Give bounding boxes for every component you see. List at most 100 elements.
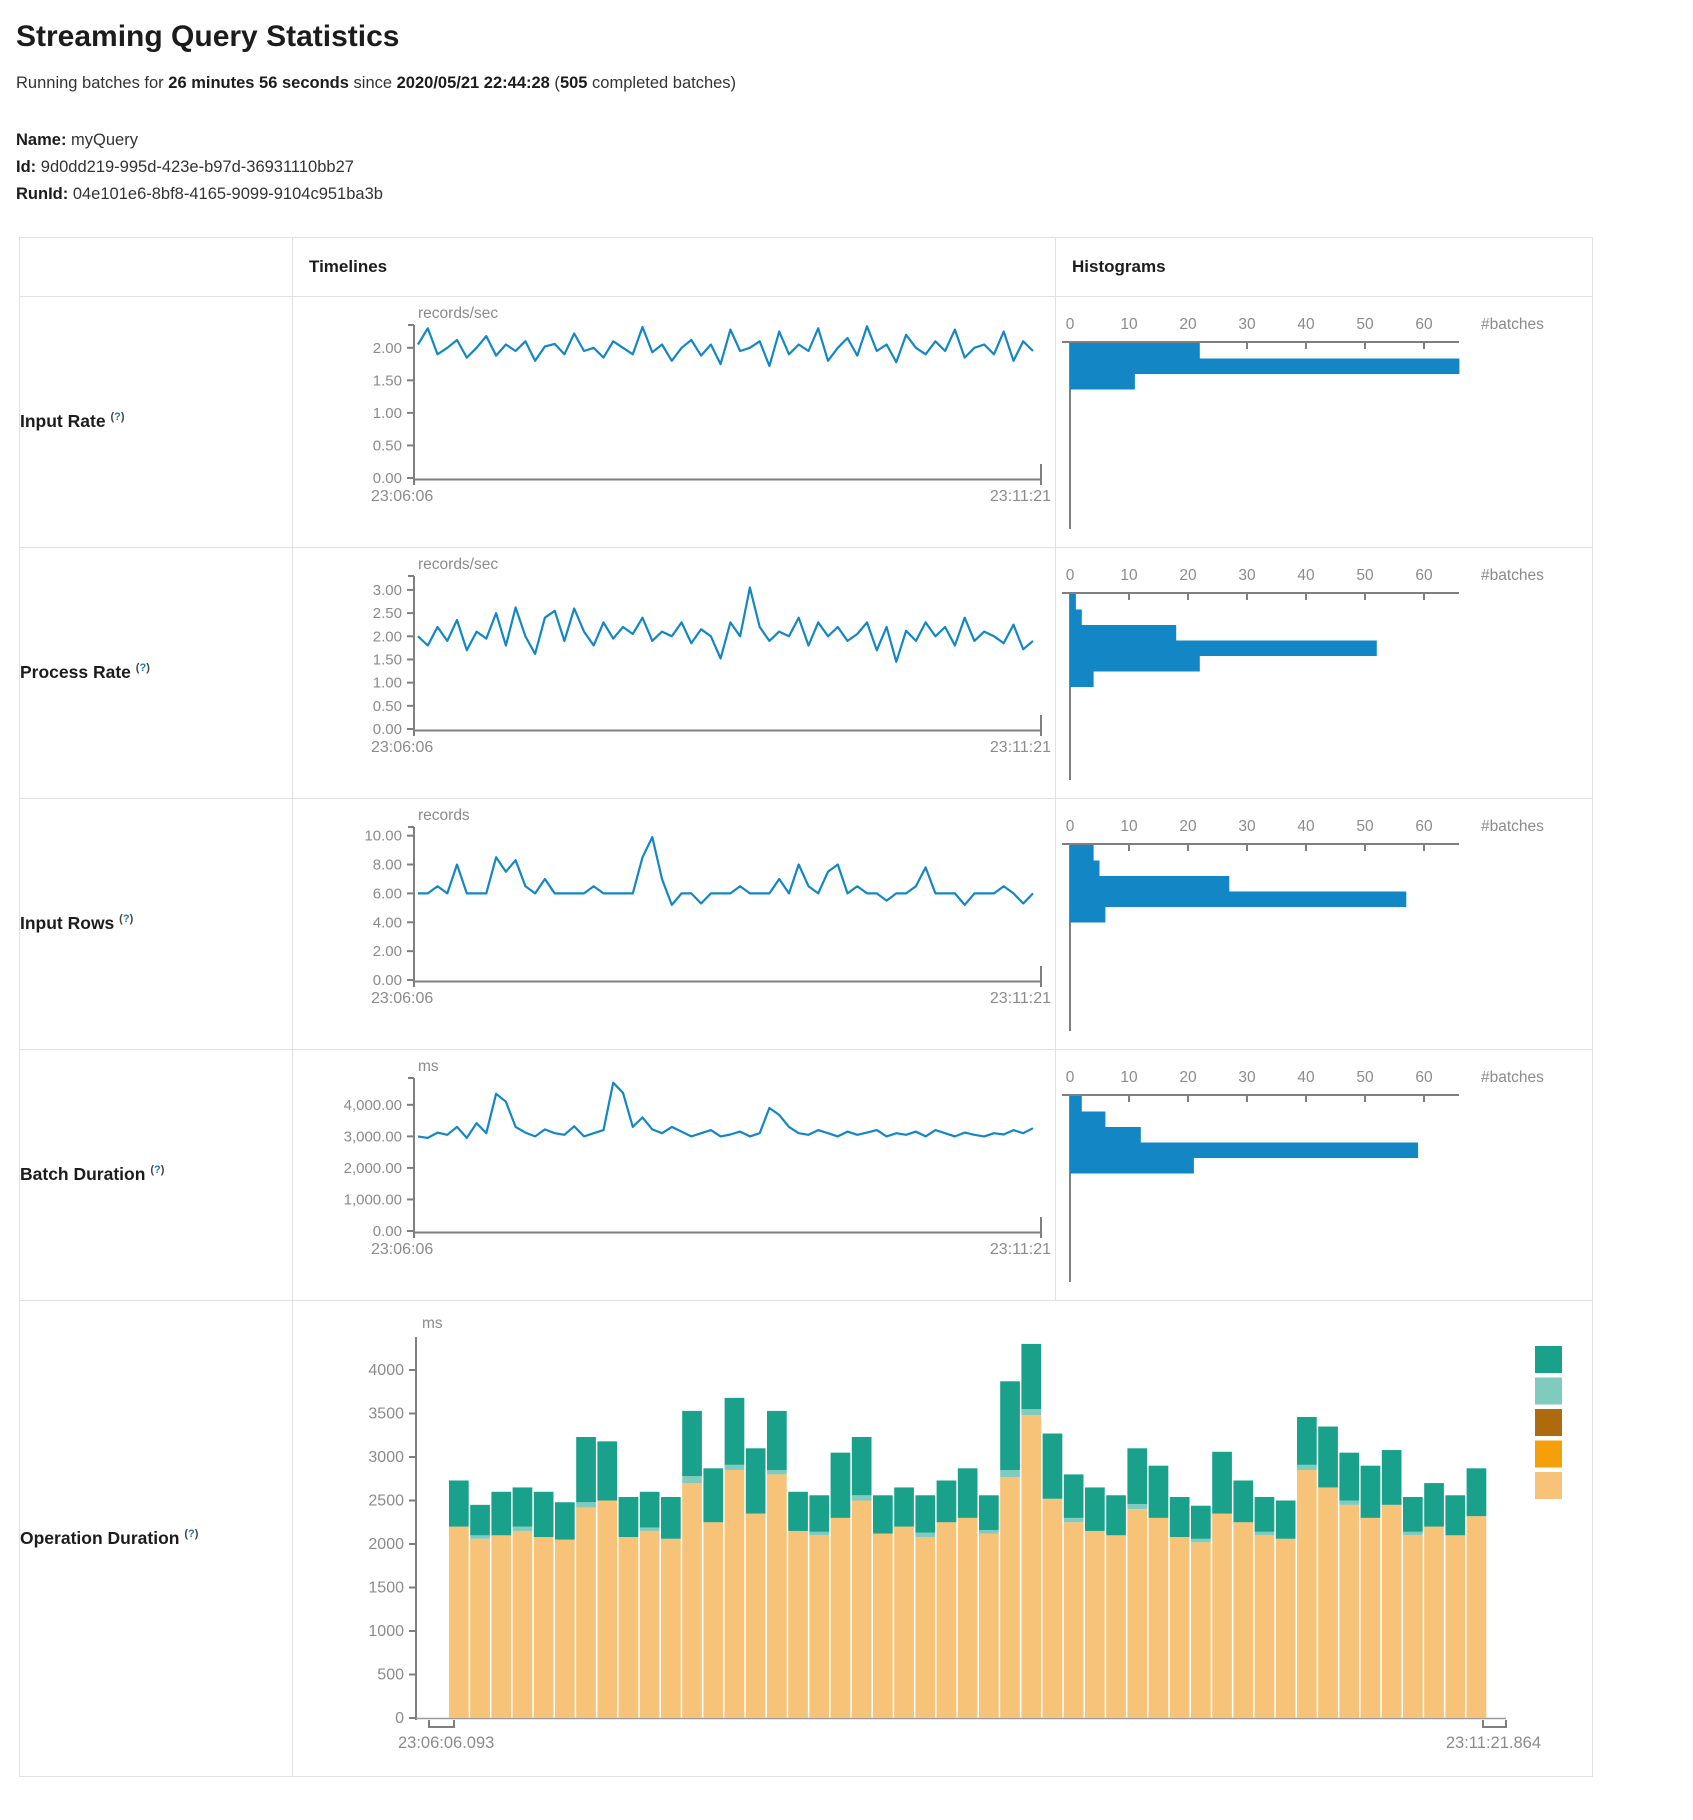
- svg-text:3.00: 3.00: [373, 582, 402, 599]
- svg-text:#batches: #batches: [1481, 818, 1544, 835]
- table-row-process-rate: Process Rate (?) records/sec 3.00 2.50 2.00…: [20, 547, 1593, 798]
- svg-text:1.00: 1.00: [373, 674, 402, 691]
- svg-text:1,000.00: 1,000.00: [344, 1191, 402, 1208]
- svg-text:records/sec: records/sec: [418, 305, 498, 322]
- operation-duration-stacked-chart: ms4000350030002500200015001000500023:06:…: [293, 1301, 1591, 1775]
- histogram-cell: 0102030405060#batches: [1056, 798, 1593, 1049]
- svg-text:0.00: 0.00: [373, 972, 402, 989]
- metric-label: Input Rows: [20, 913, 114, 933]
- svg-text:10: 10: [1120, 1069, 1138, 1086]
- page: Streaming Query Statistics Running batch…: [0, 0, 1693, 1787]
- svg-text:30: 30: [1238, 818, 1256, 835]
- timeline-cell: ms4,000.003,000.002,000.001,000.000.0023…: [293, 1049, 1056, 1300]
- svg-text:4,000.00: 4,000.00: [344, 1096, 402, 1113]
- svg-text:23:11:21: 23:11:21: [990, 488, 1051, 505]
- svg-text:10: 10: [1120, 316, 1138, 333]
- svg-text:3000: 3000: [368, 1449, 404, 1466]
- row-label: Process Rate (?): [20, 547, 293, 798]
- svg-text:2.00: 2.00: [373, 628, 402, 645]
- help-icon[interactable]: (?): [136, 662, 150, 674]
- svg-text:0: 0: [1066, 567, 1075, 584]
- svg-text:2.00: 2.00: [373, 943, 402, 960]
- help-icon[interactable]: (?): [110, 411, 124, 423]
- svg-text:60: 60: [1415, 567, 1433, 584]
- svg-text:10.00: 10.00: [364, 827, 402, 844]
- running-summary: Running batches for 26 minutes 56 second…: [16, 74, 1693, 93]
- svg-text:10: 10: [1120, 818, 1138, 835]
- query-id-value: 9d0dd219-995d-423e-b97d-36931110bb27: [41, 158, 354, 176]
- svg-text:0.50: 0.50: [373, 437, 402, 454]
- svg-text:23:11:21: 23:11:21: [990, 739, 1051, 756]
- table-row-batch-duration: Batch Duration (?) ms4,000.003,000.002,0…: [20, 1049, 1593, 1300]
- svg-text:0.50: 0.50: [373, 697, 402, 714]
- svg-text:0.00: 0.00: [373, 721, 402, 738]
- svg-text:23:06:06: 23:06:06: [371, 488, 433, 505]
- svg-text:0: 0: [395, 1710, 404, 1727]
- svg-text:8.00: 8.00: [373, 856, 402, 873]
- svg-text:40: 40: [1297, 316, 1315, 333]
- svg-text:0: 0: [1066, 818, 1075, 835]
- query-id-line: Id: 9d0dd219-995d-423e-b97d-36931110bb27: [16, 154, 1693, 181]
- timeline-chart-input-rate: records/sec2.001.501.000.500.0023:06:062…: [293, 297, 1054, 546]
- timeline-chart-batch-duration: ms4,000.003,000.002,000.001,000.000.0023…: [293, 1050, 1054, 1299]
- svg-text:3500: 3500: [368, 1405, 404, 1422]
- timeline-cell: records10.008.006.004.002.000.0023:06:06…: [293, 798, 1056, 1049]
- svg-text:23:11:21.864: 23:11:21.864: [1446, 1734, 1541, 1752]
- svg-text:1500: 1500: [368, 1579, 404, 1596]
- svg-text:23:06:06: 23:06:06: [371, 990, 433, 1007]
- svg-text:1000: 1000: [368, 1623, 404, 1640]
- svg-text:30: 30: [1238, 1069, 1256, 1086]
- svg-text:#batches: #batches: [1481, 1069, 1544, 1086]
- histogram-chart-input-rows: 0102030405060#batches: [1056, 799, 1591, 1048]
- svg-text:10: 10: [1120, 567, 1138, 584]
- query-name-line: Name: myQuery: [16, 127, 1693, 154]
- svg-text:2.50: 2.50: [373, 605, 402, 622]
- svg-text:20: 20: [1179, 1069, 1197, 1086]
- svg-text:1.50: 1.50: [373, 372, 402, 389]
- svg-text:#batches: #batches: [1481, 316, 1544, 333]
- metric-label: Process Rate: [20, 662, 131, 682]
- svg-text:40: 40: [1297, 1069, 1315, 1086]
- svg-text:2000: 2000: [368, 1536, 404, 1553]
- svg-text:4000: 4000: [368, 1362, 404, 1379]
- svg-text:40: 40: [1297, 818, 1315, 835]
- svg-text:records/sec: records/sec: [418, 556, 498, 573]
- table-row-operation-duration: Operation Duration (?) ms400035003000250…: [20, 1300, 1593, 1776]
- help-icon[interactable]: (?): [119, 913, 133, 925]
- table-row-input-rate: Input Rate (?) records/sec2.001.501.000.…: [20, 296, 1593, 547]
- query-id-label: Id:: [16, 158, 36, 176]
- summary-text: completed batches): [587, 74, 736, 92]
- svg-text:0: 0: [1066, 1069, 1075, 1086]
- timelines-header: Timelines: [293, 237, 1056, 296]
- svg-text:0: 0: [1066, 316, 1075, 333]
- help-icon[interactable]: (?): [150, 1164, 164, 1176]
- summary-text: since: [349, 74, 397, 92]
- summary-text: (: [550, 74, 560, 92]
- svg-text:30: 30: [1238, 567, 1256, 584]
- page-title: Streaming Query Statistics: [16, 20, 1693, 54]
- help-icon[interactable]: (?): [184, 1528, 198, 1540]
- svg-text:23:06:06: 23:06:06: [371, 1241, 433, 1258]
- query-runid-value: 04e101e6-8bf8-4165-9099-9104c951ba3b: [73, 185, 383, 203]
- row-label: Batch Duration (?): [20, 1049, 293, 1300]
- svg-text:6.00: 6.00: [373, 885, 402, 902]
- svg-text:23:11:21: 23:11:21: [990, 990, 1051, 1007]
- svg-text:3,000.00: 3,000.00: [344, 1128, 402, 1145]
- svg-text:records: records: [418, 807, 470, 824]
- row-label-operation-duration: Operation Duration (?): [20, 1300, 293, 1776]
- svg-text:50: 50: [1356, 316, 1374, 333]
- svg-text:500: 500: [377, 1666, 404, 1683]
- histogram-chart-input-rate: 0 10 20 30 40 50 60 #batches: [1056, 297, 1591, 546]
- query-runid-line: RunId: 04e101e6-8bf8-4165-9099-9104c951b…: [16, 181, 1693, 208]
- svg-text:30: 30: [1238, 316, 1256, 333]
- timeline-cell: records/sec2.001.501.000.500.0023:06:062…: [293, 296, 1056, 547]
- metric-label: Batch Duration: [20, 1164, 145, 1184]
- corner-cell: [20, 237, 293, 296]
- svg-text:20: 20: [1179, 316, 1197, 333]
- svg-text:20: 20: [1179, 818, 1197, 835]
- svg-text:60: 60: [1415, 316, 1433, 333]
- svg-text:50: 50: [1356, 818, 1374, 835]
- metric-label: Operation Duration: [20, 1528, 179, 1548]
- timeline-chart-input-rows: records10.008.006.004.002.000.0023:06:06…: [293, 799, 1054, 1048]
- query-name-value: myQuery: [71, 131, 138, 149]
